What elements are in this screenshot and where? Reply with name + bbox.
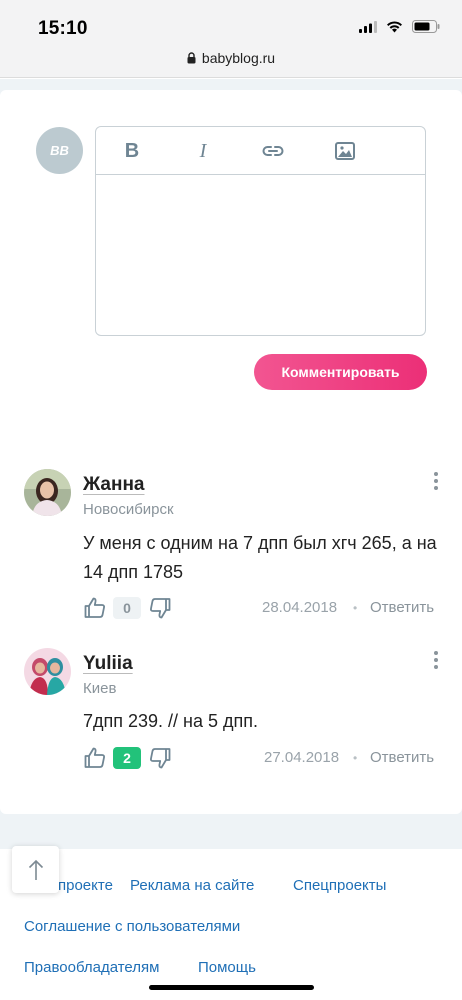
link-button[interactable] [261, 139, 285, 163]
footer-link-user-agreement[interactable]: Соглашение с пользователями [24, 918, 240, 935]
wifi-icon [387, 20, 402, 32]
image-button[interactable] [333, 139, 357, 163]
avatar-photo [24, 648, 71, 695]
avatar-initials: BB [50, 143, 69, 158]
separator-dot: • [353, 751, 358, 765]
commenter-city: Новосибирск [83, 501, 174, 518]
thumbs-up-icon[interactable] [83, 746, 107, 770]
comment-date: 28.04.2018 [262, 599, 338, 616]
footer-link-about[interactable]: проекте [58, 877, 113, 894]
bold-icon: B [124, 139, 140, 162]
comment-score: 0 [113, 597, 141, 619]
footer-link-advertising[interactable]: Реклама на сайте [130, 877, 254, 894]
user-avatar: BB [36, 127, 83, 174]
thumbs-down-icon[interactable] [148, 596, 172, 620]
url-text: babyblog.ru [201, 50, 276, 66]
commenter-city: Киев [83, 680, 117, 697]
scroll-to-top-button[interactable] [12, 846, 59, 893]
commenter-name[interactable]: Yuliia [83, 653, 133, 675]
comment-text: 7дпп 239. // на 5 дпп. [83, 711, 259, 731]
status-time: 15:10 [38, 18, 88, 39]
italic-button[interactable]: I [191, 139, 215, 163]
comment-text: У меня с одним на 7 дпп был хгч 265, а н… [83, 533, 437, 582]
url-bar[interactable]: babyblog.ru [0, 48, 462, 78]
commenter-avatar[interactable] [24, 648, 71, 695]
image-icon [335, 142, 355, 160]
reply-button[interactable]: Ответить [370, 599, 434, 616]
comment-score: 2 [113, 747, 141, 769]
more-dot [434, 658, 438, 662]
thumbs-down-icon[interactable] [148, 746, 172, 770]
separator-dot: • [353, 601, 358, 615]
footer-link-special-projects[interactable]: Спецпроекты [293, 877, 386, 894]
more-dot [434, 486, 438, 490]
more-dots-icon [434, 651, 438, 655]
more-dots-icon [434, 472, 438, 476]
more-dot [434, 479, 438, 483]
avatar-photo [24, 469, 71, 516]
comment-date: 27.04.2018 [264, 749, 340, 766]
commenter-name[interactable]: Жанна [83, 474, 145, 496]
editor-toolbar: B I [96, 127, 425, 175]
reply-button[interactable]: Ответить [370, 749, 434, 766]
more-dot [434, 665, 438, 669]
footer: проекте Реклама на сайте Спецпроекты Сог… [0, 849, 462, 1000]
home-indicator [149, 985, 314, 990]
more-options-button[interactable] [428, 472, 444, 494]
footer-link-copyright-holders[interactable]: Правообладателям [24, 959, 159, 976]
thumbs-up-icon[interactable] [83, 596, 107, 620]
signal-icon [359, 20, 377, 33]
italic-icon: I [199, 139, 207, 162]
comment-textarea[interactable] [96, 175, 425, 335]
lock-icon [187, 52, 196, 64]
battery-icon [412, 20, 440, 33]
more-options-button[interactable] [428, 651, 444, 673]
arrow-up-icon [28, 859, 43, 880]
status-icons [359, 20, 440, 33]
commenter-avatar[interactable] [24, 469, 71, 516]
bold-button[interactable]: B [120, 139, 144, 163]
comment-submit-button[interactable]: Комментировать [254, 354, 427, 390]
comment-editor: B I [95, 126, 426, 336]
status-bar: 15:10 [0, 0, 462, 48]
footer-link-help[interactable]: Помощь [198, 959, 256, 976]
link-icon [262, 146, 284, 156]
